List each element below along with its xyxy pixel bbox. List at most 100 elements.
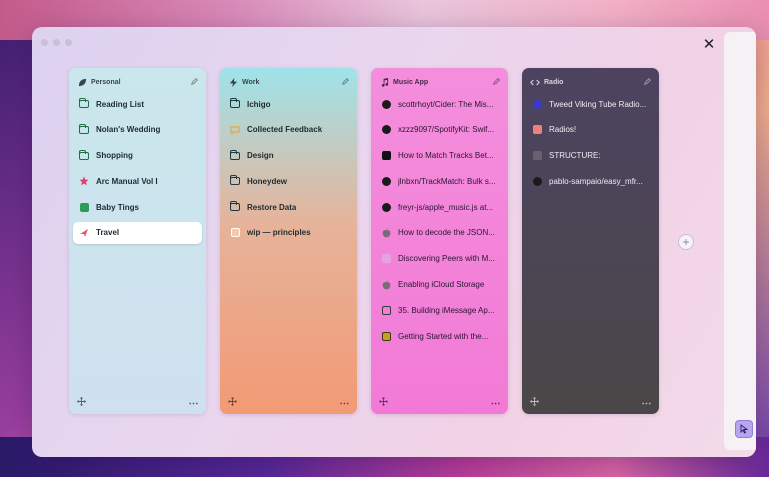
tab-label: Discovering Peers with M... [398,254,495,264]
book-icon [381,305,391,315]
more-options-icon[interactable] [491,398,500,407]
more-options-icon[interactable] [189,398,198,407]
folder-icon [229,98,240,109]
tab-item[interactable]: Reading List [73,93,202,115]
tab-item[interactable]: Enabling iCloud Storage [375,274,504,296]
window-close-dot[interactable] [41,39,48,46]
tab-label: Restore Data [247,202,297,212]
window-controls [41,39,72,46]
tab-label: Design [247,151,274,161]
space-card-radio: Radio Tweed Viking Tube Radio... Radios! ST… [522,68,659,414]
tab-item[interactable]: Baby Tings [73,196,202,218]
space-header: Personal [77,76,198,88]
tab-label: Nolan's Wedding [96,125,161,135]
move-handle-icon[interactable] [228,396,237,408]
space-footer [530,396,651,408]
leaf-icon [77,77,87,87]
code-icon [530,77,540,87]
tab-item[interactable]: Design [224,145,353,167]
more-options-icon[interactable] [642,398,651,407]
edit-pencil-icon[interactable] [190,77,198,87]
tab-label: Collected Feedback [247,125,323,135]
apple-icon [381,279,391,290]
tab-item[interactable]: Discovering Peers with M... [375,248,504,270]
tab-item[interactable]: Restore Data [224,196,353,218]
tab-item[interactable]: Ichigo [224,93,353,115]
space-footer [379,396,500,408]
tab-label: Tweed Viking Tube Radio... [549,99,647,109]
move-handle-icon[interactable] [77,396,86,408]
tab-label: Reading List [96,99,145,109]
tab-label: Honeydew [247,176,288,186]
tab-label: jlnbxn/TrackMatch: Bulk s... [398,176,496,186]
folder-icon [229,175,240,186]
tab-item[interactable]: Honeydew [224,170,353,192]
tab-item[interactable]: 35. Building iMessage Ap... [375,299,504,321]
tab-label: How to Match Tracks Bet... [398,151,494,161]
tab-item[interactable]: Arc Manual Vol I [73,170,202,192]
tab-item[interactable]: How to decode the JSON... [375,222,504,244]
space-header: Work [228,76,349,88]
window-zoom-dot[interactable] [65,39,72,46]
tab-label: xzzz9097/SpotifyKit: Swif... [398,125,495,135]
folder-icon [78,149,89,161]
tab-list: scottrhoyt/Cider: The Mis... xzzz9097/Spo… [375,93,504,351]
tab-item[interactable]: wip — principles [224,222,353,244]
chat-icon [230,125,240,135]
tab-item[interactable]: Nolan's Wedding [73,119,202,141]
tab-label: Radios! [549,125,577,135]
tab-item[interactable]: xzzz9097/SpotifyKit: Swif... [375,119,504,141]
gift-icon [79,202,89,212]
close-icon[interactable]: ✕ [700,36,718,54]
tab-label: wip — principles [247,228,311,238]
folder-icon [229,149,240,161]
tab-label: scottrhoyt/Cider: The Mis... [398,99,494,109]
tab-item[interactable]: Collected Feedback [224,119,353,141]
spaces-overview-window: ✕ + Personal Reading List Nolan's Wedding S… [32,27,756,457]
edit-pencil-icon[interactable] [643,77,651,87]
tab-item[interactable]: pablo-sampaio/easy_mfr... [526,170,655,192]
space-title: Personal [91,78,121,86]
space-title: Work [242,78,260,86]
tab-item[interactable]: STRUCTURE: [526,145,655,167]
tab-list: Ichigo Collected Feedback Design Honeydew Re… [224,93,353,248]
doc-icon [230,228,240,238]
tab-item[interactable]: Getting Started with the... [375,325,504,347]
gem-icon [381,331,391,341]
github-icon [532,176,542,186]
tab-list: Reading List Nolan's Wedding Shopping Arc M… [73,93,202,248]
lightning-icon [228,77,238,87]
folder-icon [78,123,89,135]
folder-icon [78,98,89,109]
pointer-cursor-icon[interactable] [735,420,753,438]
github-icon [381,125,391,135]
video-icon [381,151,391,161]
move-handle-icon[interactable] [530,396,539,408]
tab-item[interactable]: freyr-js/apple_music.js at... [375,196,504,218]
tab-label: How to decode the JSON... [398,228,495,238]
edit-pencil-icon[interactable] [492,77,500,87]
tab-item[interactable]: scottrhoyt/Cider: The Mis... [375,93,504,115]
space-title: Music App [393,78,429,86]
space-footer [77,396,198,408]
space-header: Music App [379,76,500,88]
add-space-button[interactable]: + [678,234,694,250]
tab-item[interactable]: jlnbxn/TrackMatch: Bulk s... [375,170,504,192]
tab-item[interactable]: Radios! [526,119,655,141]
tab-item[interactable]: How to Match Tracks Bet... [375,145,504,167]
space-card-work: Work Ichigo Collected Feedback Design Honeyd… [220,68,357,414]
plane-icon [79,228,89,238]
tab-item[interactable]: Tweed Viking Tube Radio... [526,93,655,115]
more-options-icon[interactable] [340,398,349,407]
space-header: Radio [530,76,651,88]
tab-item[interactable]: Shopping [73,145,202,167]
tab-label: STRUCTURE: [549,151,601,161]
tab-item[interactable]: Travel [73,221,202,244]
window-minimize-dot[interactable] [53,39,60,46]
edit-pencil-icon[interactable] [341,77,349,87]
move-handle-icon[interactable] [379,396,388,408]
github-icon [381,99,391,109]
k-icon [532,99,542,109]
apple-icon [381,228,391,238]
right-sidebar-strip [724,32,756,450]
